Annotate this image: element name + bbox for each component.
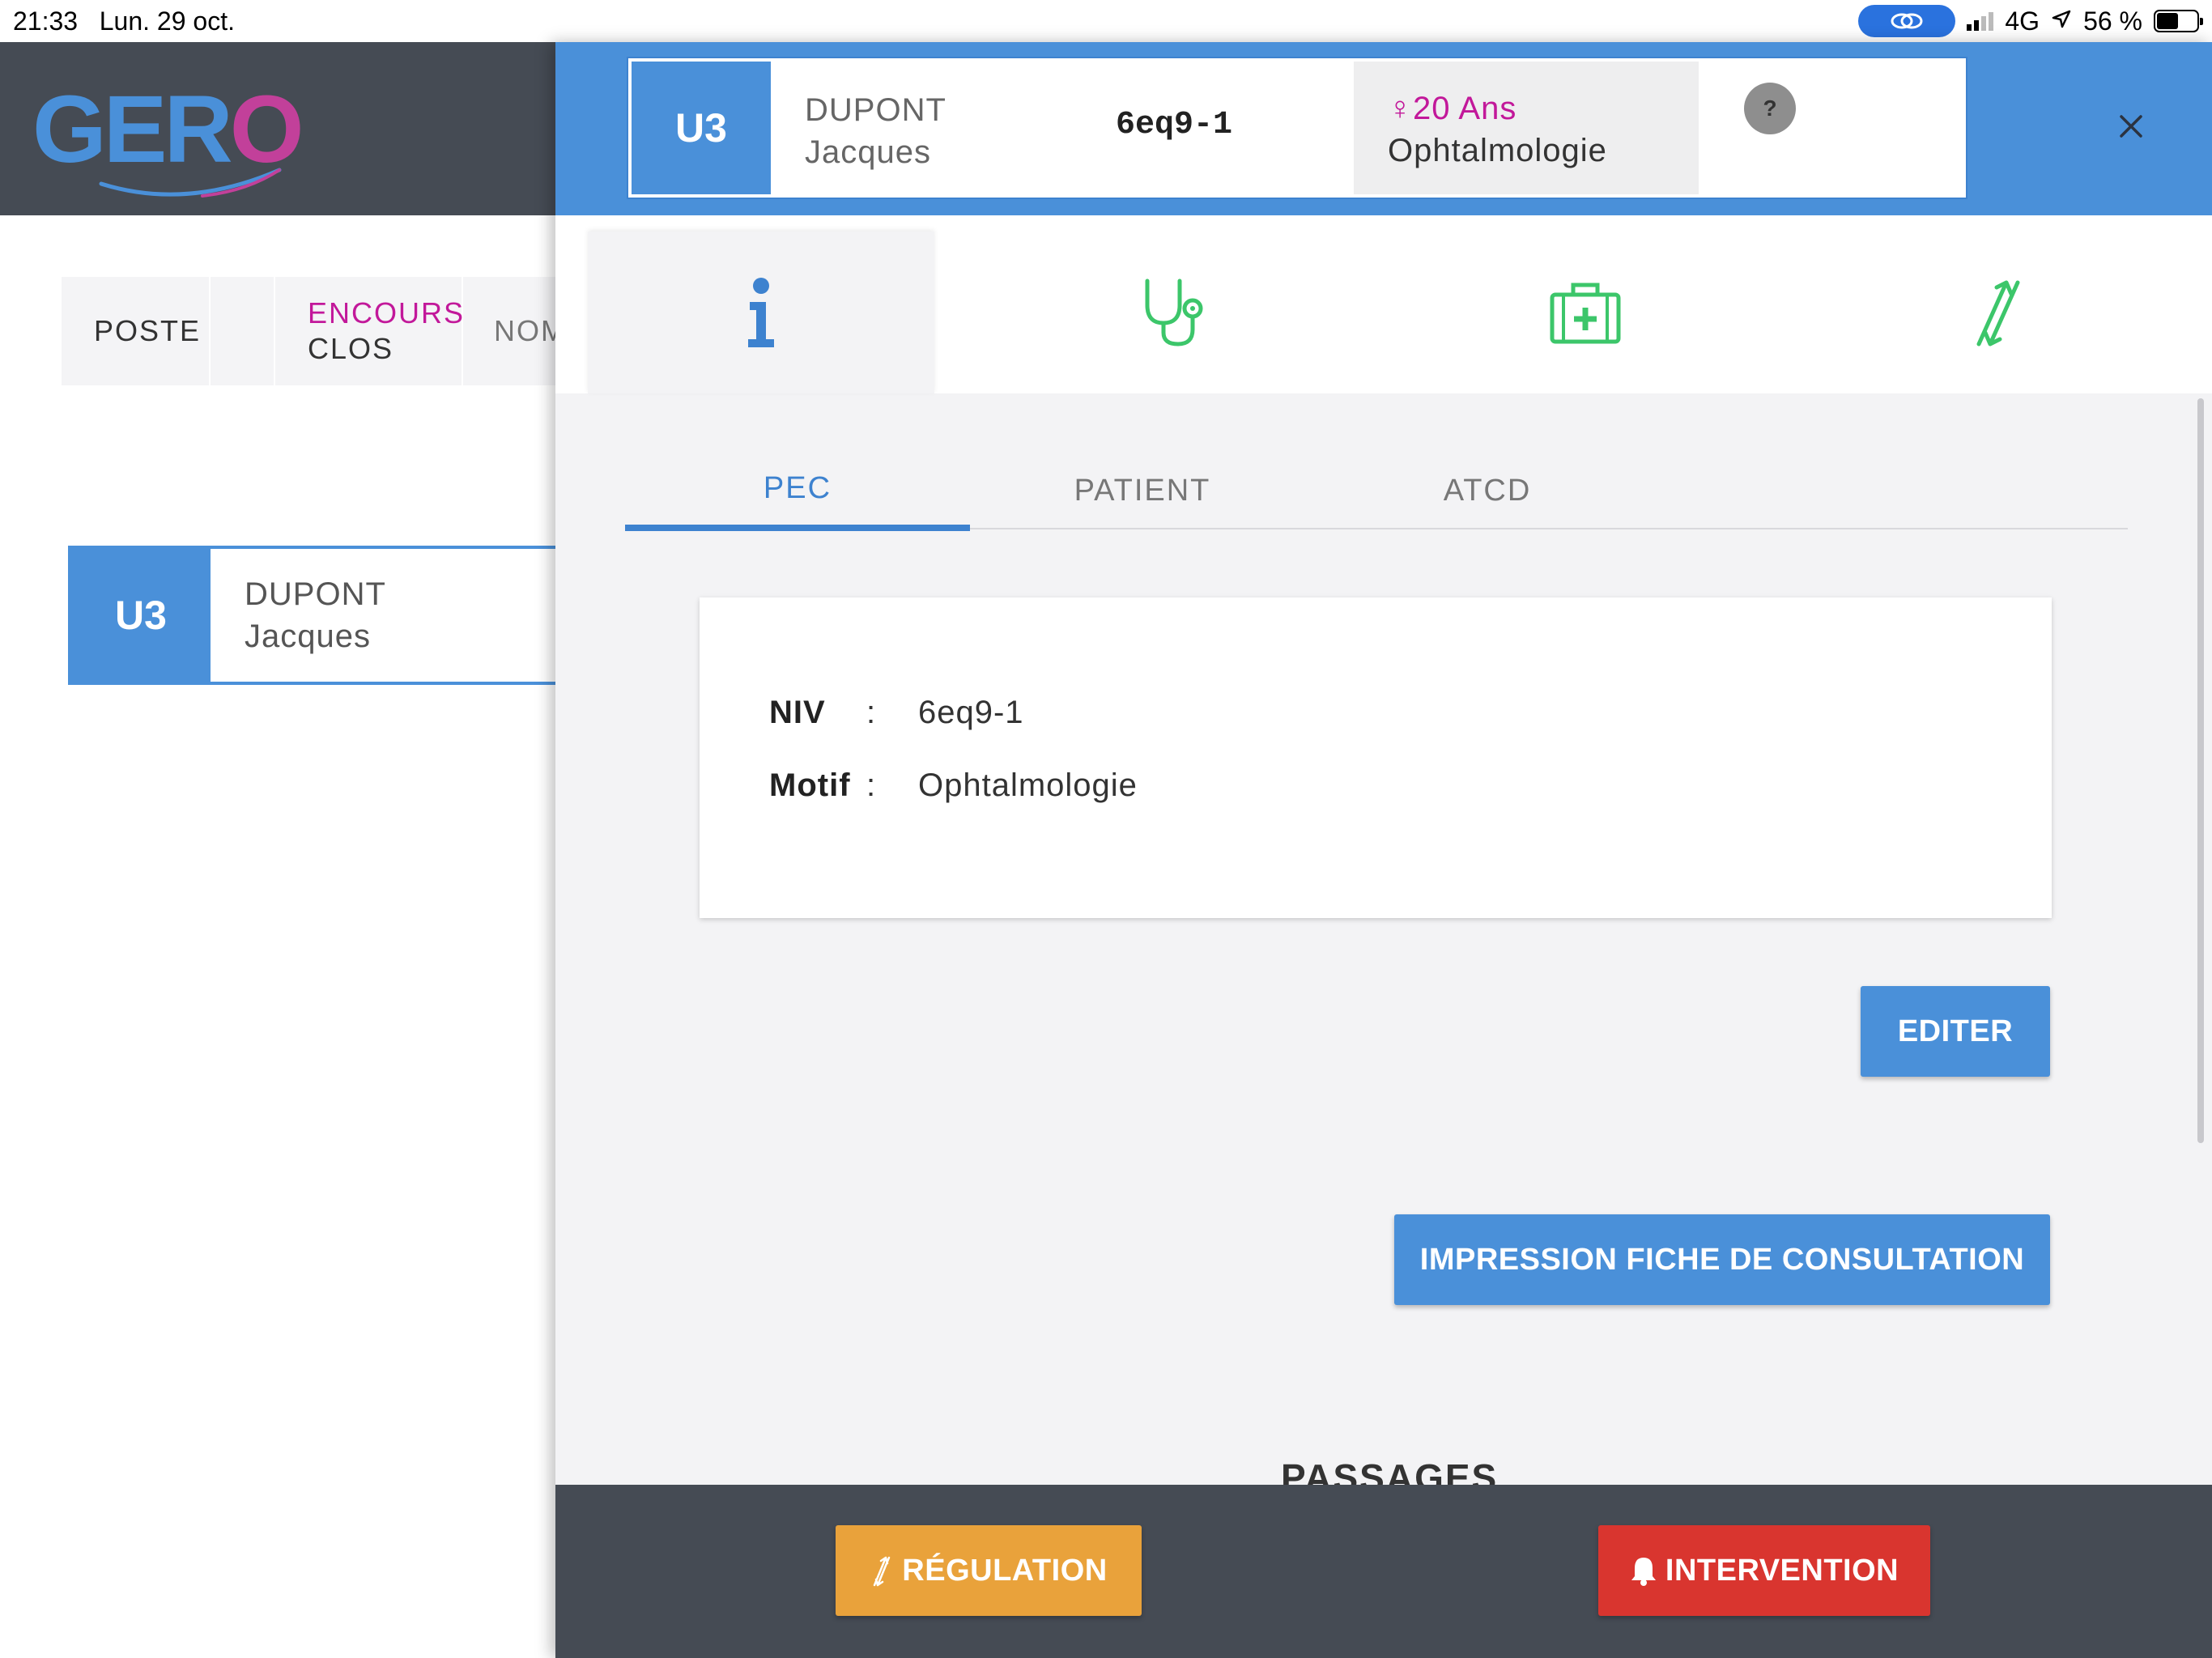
panel-header: U3 DUPONT Jacques 6eq9-1 ♀20 Ans Ophtalm… xyxy=(555,42,2212,215)
niv-value: 6eq9-1 xyxy=(918,695,1024,730)
bell-icon xyxy=(1630,1555,1657,1586)
list-tabs: POSTE ENCOURS CLOS NOM xyxy=(62,277,555,385)
logo-swoosh-icon xyxy=(99,168,282,198)
patient-list-item[interactable]: U3 DUPONT Jacques xyxy=(68,546,555,685)
patient-age: ♀20 Ans xyxy=(1388,91,1517,126)
stethoscope-icon xyxy=(1145,278,1203,346)
tab-encours-label[interactable]: ENCOURS xyxy=(308,295,463,331)
regulation-button[interactable]: RÉGULATION xyxy=(836,1525,1142,1616)
status-indicators: 4G 56 % xyxy=(1858,5,2203,37)
tab-clos-label[interactable]: CLOS xyxy=(308,331,462,367)
niv-row: NIV : 6eq9-1 xyxy=(769,695,1024,731)
app-header: GERO xyxy=(0,42,555,215)
help-icon[interactable]: ? xyxy=(1744,83,1796,134)
tab-poste[interactable]: POSTE xyxy=(62,277,211,385)
patient-summary-card: U3 DUPONT Jacques 6eq9-1 ♀20 Ans Ophtalm… xyxy=(628,58,1966,198)
print-consultation-button[interactable]: IMPRESSION FICHE DE CONSULTATION xyxy=(1394,1214,2050,1305)
info-icon xyxy=(748,278,774,347)
motif-label: Motif xyxy=(769,767,851,803)
battery-icon xyxy=(2154,10,2203,32)
tab-status[interactable]: ENCOURS CLOS xyxy=(275,277,463,385)
patient-first-name: Jacques xyxy=(805,134,931,170)
icon-tab-bar xyxy=(555,215,2212,393)
sub-tab-bar: PEC PATIENT ATCD xyxy=(625,452,2128,531)
tab-info[interactable] xyxy=(588,232,934,393)
niv-label: NIV xyxy=(769,695,826,730)
niv-separator: : xyxy=(866,695,877,730)
network-label: 4G xyxy=(2005,6,2040,36)
transfer-icon xyxy=(1976,280,2020,346)
status-date: Lun. 29 oct. xyxy=(99,6,235,36)
status-time-date: 21:33 Lun. 29 oct. xyxy=(13,6,235,36)
tab-examination[interactable] xyxy=(999,232,1346,393)
pec-info-card: NIV : 6eq9-1 Motif : Ophtalmologie xyxy=(700,597,2052,918)
medical-kit-icon xyxy=(1550,283,1621,344)
status-time: 21:33 xyxy=(13,6,79,36)
tab-transfer[interactable] xyxy=(1825,232,2172,393)
regulation-label: RÉGULATION xyxy=(902,1553,1108,1588)
signal-icon xyxy=(1967,11,1994,31)
patient-name: DUPONT Jacques xyxy=(771,62,1111,194)
link-icon xyxy=(1858,5,1956,37)
location-icon xyxy=(2051,6,2072,36)
tab-care[interactable] xyxy=(1412,232,1759,393)
tab-nom[interactable]: NOM xyxy=(463,277,555,385)
status-bar: 21:33 Lun. 29 oct. 4G 56 % xyxy=(0,0,2212,42)
tab-spacer xyxy=(211,277,275,385)
subtab-pec[interactable]: PEC xyxy=(625,452,970,531)
unit-badge: U3 xyxy=(632,62,771,194)
patient-first-name: Jacques xyxy=(245,619,371,654)
action-footer: RÉGULATION INTERVENTION xyxy=(555,1485,2212,1658)
patient-list-pane: GERO POSTE ENCOURS CLOS NOM U3 DUPONT Ja… xyxy=(0,42,555,1658)
patient-detail-panel: U3 DUPONT Jacques 6eq9-1 ♀20 Ans Ophtalm… xyxy=(555,42,2212,1658)
scrollbar[interactable] xyxy=(2197,398,2204,1143)
battery-label: 56 % xyxy=(2083,6,2142,36)
niv-code: 6eq9-1 xyxy=(1116,107,1233,143)
transfer-icon xyxy=(870,1554,894,1587)
patient-last-name: DUPONT xyxy=(245,576,386,612)
patient-motif: Ophtalmologie xyxy=(1388,133,1607,168)
motif-separator: : xyxy=(866,767,877,803)
subtab-patient[interactable]: PATIENT xyxy=(970,452,1315,529)
motif-row: Motif : Ophtalmologie xyxy=(769,767,1138,804)
unit-badge: U3 xyxy=(71,549,211,682)
intervention-button[interactable]: INTERVENTION xyxy=(1598,1525,1930,1616)
motif-value: Ophtalmologie xyxy=(918,767,1138,803)
close-icon[interactable] xyxy=(2110,105,2152,147)
subtab-atcd[interactable]: ATCD xyxy=(1315,452,1660,529)
edit-button[interactable]: EDITER xyxy=(1861,986,2050,1077)
intervention-label: INTERVENTION xyxy=(1665,1553,1899,1588)
patient-name: DUPONT Jacques xyxy=(211,549,386,682)
patient-last-name: DUPONT xyxy=(805,92,946,128)
help-area: ? xyxy=(1699,62,1812,194)
patient-meta: ♀20 Ans Ophtalmologie xyxy=(1354,62,1699,194)
